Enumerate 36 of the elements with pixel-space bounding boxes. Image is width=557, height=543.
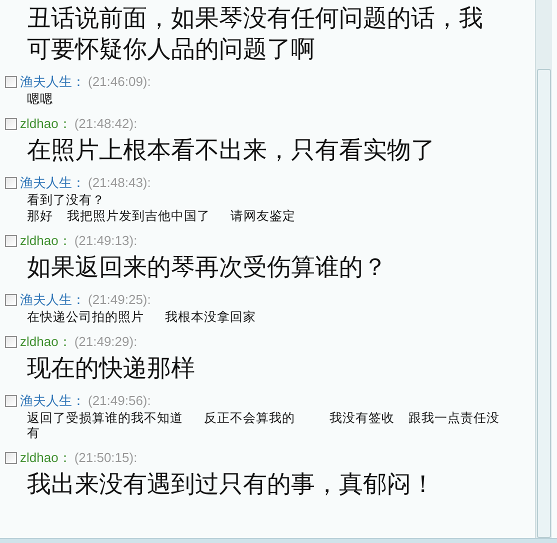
checkbox[interactable] — [5, 76, 17, 88]
sender-name: 渔夫人生： — [20, 291, 85, 310]
checkbox[interactable] — [5, 452, 17, 464]
sender-name: 渔夫人生： — [20, 392, 85, 410]
sender-name: zldhao： — [20, 449, 72, 468]
message-time: (21:49:25): — [88, 291, 151, 310]
checkbox[interactable] — [5, 118, 17, 130]
checkbox[interactable] — [5, 395, 17, 407]
message-text: 在照片上根本看不出来，只有看实物了 — [27, 136, 436, 166]
sender-name: zldhao： — [20, 333, 72, 352]
sender-name: zldhao： — [20, 115, 72, 134]
scrollbar-thumb[interactable] — [537, 69, 551, 538]
message-text: 现在的快递那样 — [27, 354, 196, 384]
message-text: 返回了受损算谁的我不知道 反正不会算我的 我没有签收 跟我一点责任没有 — [27, 410, 500, 441]
checkbox[interactable] — [5, 294, 17, 306]
message-text: 如果返回来的琴再次受伤算谁的？ — [27, 253, 388, 283]
message-text: 在快递公司拍的照片 我根本没拿回家 — [27, 309, 257, 325]
message-time: (21:49:13): — [74, 232, 138, 250]
message-time: (21:48:43): — [88, 174, 151, 192]
message-time: (21:48:42): — [74, 115, 138, 134]
checkbox[interactable] — [5, 235, 17, 247]
message-text: 看到了没有？ — [27, 192, 106, 208]
message-time: (21:50:15): — [74, 449, 138, 468]
scrollbar[interactable] — [535, 0, 552, 538]
message-text: 那好 我把照片发到吉他中国了 请网友鉴定 — [27, 208, 297, 224]
message-time: (21:49:29): — [74, 333, 138, 352]
sender-name: 渔夫人生： — [20, 73, 85, 92]
message-text: 丑话说前面，如果琴没有任何问题的话，我可要怀疑你人品的问题了啊 — [27, 4, 484, 65]
message-time: (21:49:56): — [88, 392, 151, 410]
checkbox[interactable] — [5, 336, 17, 348]
checkbox[interactable] — [5, 177, 17, 189]
sender-name: zldhao： — [20, 232, 72, 250]
message-time: (21:46:09): — [88, 73, 151, 92]
message-text: 我出来没有遇到过只有的事，真郁闷！ — [27, 470, 436, 500]
sender-name: 渔夫人生： — [20, 174, 85, 192]
message-text: 嗯嗯 — [27, 91, 54, 107]
